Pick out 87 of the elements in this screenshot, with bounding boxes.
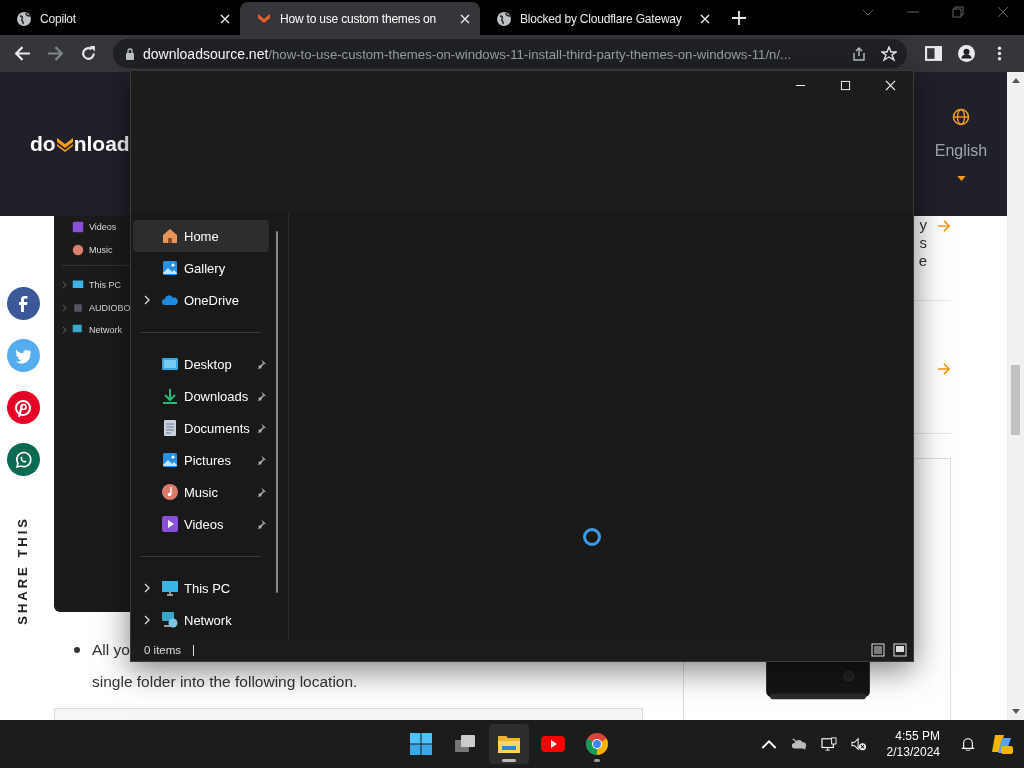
- related-post-text: s: [918, 234, 927, 252]
- screenshot-nav-label: AUDIOBO: [89, 302, 131, 313]
- video-icon: [72, 221, 84, 234]
- nav-item[interactable]: Pictures: [133, 444, 269, 476]
- nav-item[interactable]: Gallery: [133, 252, 269, 284]
- chat-phone-icon: [13, 449, 33, 470]
- pin-icon[interactable]: [256, 423, 266, 433]
- cloud-icon: [162, 292, 178, 308]
- cloud-off-icon[interactable]: [790, 737, 807, 751]
- loading-spinner-icon: [582, 527, 602, 547]
- browser-tab[interactable]: How to use custom themes on: [240, 2, 480, 35]
- pinterest-button[interactable]: [6, 391, 40, 424]
- article-text: single folder into the following location.: [91, 672, 359, 692]
- globe-icon: [16, 10, 32, 27]
- network-icon: [162, 612, 178, 628]
- logo-text[interactable]: nload: [73, 132, 130, 156]
- pin-icon[interactable]: [256, 391, 266, 401]
- music-icon: [72, 243, 84, 256]
- new-tab-icon[interactable]: [732, 11, 746, 25]
- language-selector[interactable]: English: [934, 141, 988, 160]
- nav-item[interactable]: Network: [133, 604, 269, 636]
- pin-icon[interactable]: [256, 455, 266, 465]
- screenshot-nav-label: This PC: [89, 280, 121, 291]
- pinterest-icon: [13, 397, 33, 418]
- download-icon: [162, 388, 178, 404]
- forward-icon[interactable]: [47, 45, 64, 62]
- drive-icon: [72, 301, 84, 314]
- profile-icon[interactable]: [958, 45, 975, 62]
- folder-app-button[interactable]: [489, 724, 529, 764]
- tiles-view-icon[interactable]: [893, 643, 907, 657]
- nav-item[interactable]: Home: [133, 220, 269, 252]
- speaker-muted-icon[interactable]: [850, 737, 867, 751]
- share-icon[interactable]: [851, 45, 867, 62]
- browser-tab[interactable]: Blocked by Cloudflare Gateway: [480, 2, 720, 35]
- side-panel-icon[interactable]: [925, 45, 942, 62]
- item-count: 0 items: [144, 644, 182, 656]
- document-icon: [162, 420, 178, 436]
- screenshot-nav-label: Videos: [89, 222, 117, 233]
- chevron-logo-icon: [56, 138, 73, 152]
- pin-icon[interactable]: [256, 487, 266, 497]
- nav-item[interactable]: OneDrive: [133, 284, 269, 316]
- browser-logo-icon: [585, 732, 609, 756]
- bullet-icon: [74, 647, 80, 653]
- pin-icon[interactable]: [256, 359, 266, 369]
- scrollbar-thumb[interactable]: [1011, 365, 1020, 435]
- related-post-text: y: [918, 216, 927, 234]
- monitor-icon: [162, 580, 178, 596]
- maximize-icon[interactable]: [840, 80, 851, 91]
- scroll-down-icon[interactable]: [1011, 709, 1020, 714]
- bell-icon[interactable]: [960, 737, 976, 751]
- nav-item[interactable]: Documents: [133, 412, 269, 444]
- copilot-icon[interactable]: [990, 732, 1014, 756]
- video-icon: [162, 516, 178, 532]
- nav-item[interactable]: Downloads: [133, 380, 269, 412]
- star-icon[interactable]: [881, 45, 897, 62]
- browser-tab[interactable]: Copilot: [0, 2, 240, 35]
- globe-icon: [952, 107, 970, 126]
- scroll-up-icon[interactable]: [1011, 78, 1020, 83]
- reload-icon[interactable]: [80, 45, 97, 62]
- music-icon: [162, 484, 178, 500]
- logo-text[interactable]: do: [30, 132, 56, 156]
- details-view-icon[interactable]: [871, 643, 885, 657]
- nav-item[interactable]: This PC: [133, 572, 269, 604]
- caret-icon[interactable]: [956, 175, 966, 181]
- pin-icon[interactable]: [256, 519, 266, 529]
- windows-logo-icon: [409, 732, 433, 756]
- back-icon[interactable]: [14, 45, 31, 62]
- facebook-button[interactable]: [6, 287, 40, 320]
- share-label: SHARE THIS: [16, 516, 30, 625]
- scrollbar-thumb[interactable]: [276, 231, 278, 593]
- screenshot-nav-label: Network: [89, 325, 122, 336]
- globe-icon: [496, 10, 512, 27]
- nav-item[interactable]: Music: [133, 476, 269, 508]
- lock-icon: [125, 47, 135, 60]
- nav-item[interactable]: Videos: [133, 508, 269, 540]
- clock[interactable]: 4:55 PM 2/13/2024: [886, 728, 940, 760]
- image-icon: [162, 452, 178, 468]
- article-text: All yo: [92, 640, 130, 660]
- home-icon: [162, 228, 178, 244]
- display-icon[interactable]: [820, 737, 837, 751]
- address-bar[interactable]: downloadsource.net/how-to-use-custom-themes-on-windows-11-install-third-party-themes-on-windows-11/n/...: [113, 39, 907, 68]
- related-post-text: e: [918, 252, 927, 270]
- screenshot-nav-label: Music: [89, 244, 113, 255]
- desktop-icon: [162, 356, 178, 372]
- image-icon: [162, 260, 178, 276]
- whatsapp-button[interactable]: [6, 443, 40, 476]
- nav-item[interactable]: Desktop: [133, 348, 269, 380]
